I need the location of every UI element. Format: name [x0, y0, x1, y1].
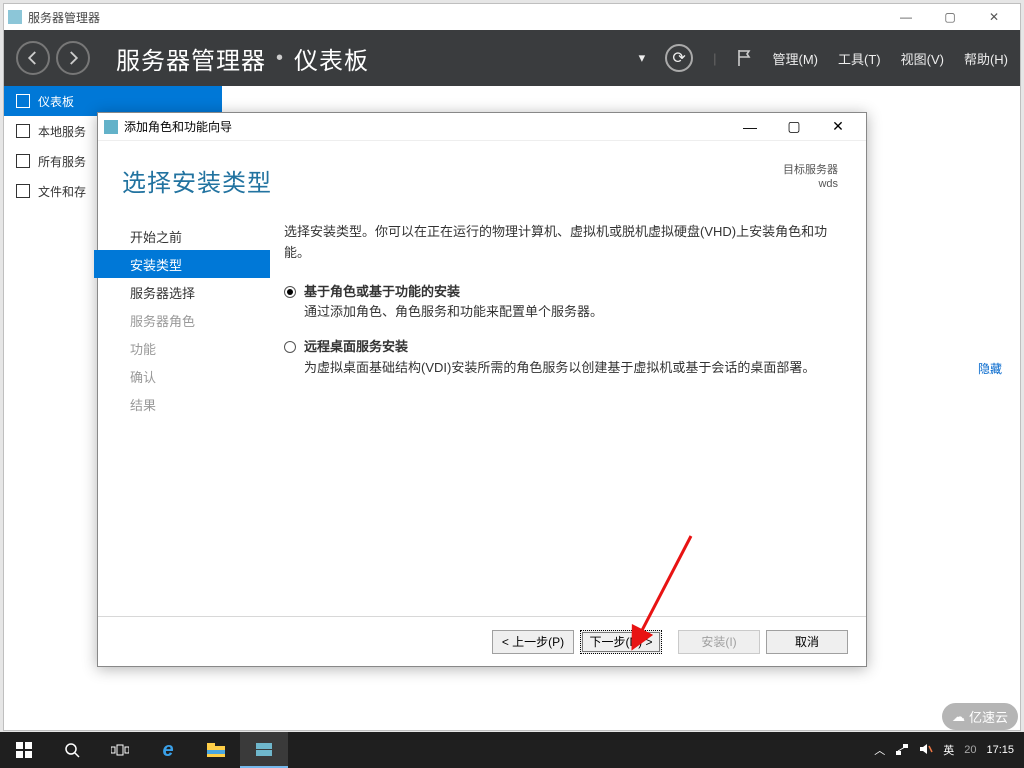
- step-server-roles: 服务器角色: [122, 306, 274, 334]
- start-button[interactable]: [0, 732, 48, 768]
- target-server-info: 目标服务器 wds: [783, 163, 838, 192]
- install-button: 安装(I): [678, 630, 760, 654]
- option-rds[interactable]: 远程桌面服务安装 为虚拟桌面基础结构(VDI)安装所需的角色服务以创建基于虚拟机…: [284, 337, 838, 379]
- nav-arrows: [16, 41, 90, 75]
- breadcrumb: 服务器管理器 • 仪表板: [116, 41, 369, 76]
- tray-ime-lang[interactable]: 英: [943, 742, 954, 758]
- next-button[interactable]: 下一步(N) >: [580, 630, 662, 654]
- menu-help[interactable]: 帮助(H): [964, 49, 1008, 68]
- server-manager-icon: [8, 10, 22, 24]
- hide-link[interactable]: 隐藏: [978, 360, 1002, 377]
- step-install-type[interactable]: 安装类型: [94, 250, 270, 278]
- wizard-steps: 开始之前 安装类型 服务器选择 服务器角色 功能 确认 结果: [98, 216, 274, 588]
- option-role-based[interactable]: 基于角色或基于功能的安装 通过添加角色、角色服务和功能来配置单个服务器。: [284, 282, 838, 324]
- dashboard-icon: [16, 94, 30, 108]
- tray-input-badge[interactable]: 20: [964, 744, 976, 756]
- step-server-select[interactable]: 服务器选择: [122, 278, 274, 306]
- search-button[interactable]: [48, 732, 96, 768]
- step-features: 功能: [122, 334, 274, 362]
- outer-title: 服务器管理器: [28, 9, 100, 26]
- minimize-button[interactable]: —: [884, 4, 928, 30]
- intro-text: 选择安装类型。你可以在正在运行的物理计算机、虚拟机或脱机虚拟硬盘(VHD)上安装…: [284, 222, 838, 264]
- wizard-content: 选择安装类型。你可以在正在运行的物理计算机、虚拟机或脱机虚拟硬盘(VHD)上安装…: [274, 216, 866, 588]
- maximize-button[interactable]: ▢: [928, 4, 972, 30]
- prev-button[interactable]: < 上一步(P): [492, 630, 574, 654]
- taskbar: e ︿ 英 20 17:15: [0, 732, 1024, 768]
- header-bar: 服务器管理器 • 仪表板 ▾ ⟳ | 管理(M) 工具(T) 视图(V) 帮助(…: [4, 30, 1020, 86]
- taskbar-server-manager[interactable]: [240, 732, 288, 768]
- servers-icon: [16, 154, 30, 168]
- tray-volume-icon[interactable]: [919, 742, 933, 759]
- menu-tools[interactable]: 工具(T): [838, 49, 881, 68]
- chevron-right-icon: •: [276, 47, 284, 70]
- radio-role-based[interactable]: [284, 286, 296, 298]
- page-title: 选择安装类型: [122, 163, 272, 198]
- dropdown-icon[interactable]: ▾: [639, 50, 646, 66]
- breadcrumb-current: 仪表板: [294, 41, 369, 76]
- wizard-minimize-button[interactable]: —: [728, 113, 772, 141]
- nav-back-button[interactable]: [16, 41, 50, 75]
- step-results: 结果: [122, 390, 274, 418]
- system-tray: ︿ 英 20 17:15: [864, 742, 1024, 759]
- step-before-begin[interactable]: 开始之前: [122, 222, 274, 250]
- outer-titlebar: 服务器管理器 — ▢ ✕: [4, 4, 1020, 30]
- storage-icon: [16, 184, 30, 198]
- flag-icon[interactable]: [737, 49, 753, 67]
- refresh-button[interactable]: ⟳: [665, 44, 693, 72]
- close-button[interactable]: ✕: [972, 4, 1016, 30]
- task-view-button[interactable]: [96, 732, 144, 768]
- wizard-close-button[interactable]: ✕: [816, 113, 860, 141]
- wizard-footer: < 上一步(P) 下一步(N) > 安装(I) 取消: [98, 616, 866, 666]
- tray-clock[interactable]: 17:15: [986, 744, 1014, 756]
- wizard-title-text: 添加角色和功能向导: [124, 118, 232, 135]
- menu-manage[interactable]: 管理(M): [773, 49, 819, 68]
- wizard-titlebar: 添加角色和功能向导 — ▢ ✕: [98, 113, 866, 141]
- add-roles-wizard: 添加角色和功能向导 — ▢ ✕ 选择安装类型 目标服务器 wds 开始之前 安装…: [97, 112, 867, 667]
- radio-rds[interactable]: [284, 341, 296, 353]
- cloud-icon: ☁: [952, 709, 965, 725]
- wizard-icon: [104, 120, 118, 134]
- nav-forward-button[interactable]: [56, 41, 90, 75]
- taskbar-explorer[interactable]: [192, 732, 240, 768]
- step-confirm: 确认: [122, 362, 274, 390]
- taskbar-ie[interactable]: e: [144, 732, 192, 768]
- server-icon: [16, 124, 30, 138]
- menu-view[interactable]: 视图(V): [901, 49, 944, 68]
- tray-network-icon[interactable]: [895, 742, 909, 759]
- cancel-button[interactable]: 取消: [766, 630, 848, 654]
- wizard-maximize-button[interactable]: ▢: [772, 113, 816, 141]
- tray-chevron-icon[interactable]: ︿: [874, 742, 885, 758]
- breadcrumb-root[interactable]: 服务器管理器: [116, 41, 266, 76]
- watermark: ☁ 亿速云: [942, 703, 1018, 730]
